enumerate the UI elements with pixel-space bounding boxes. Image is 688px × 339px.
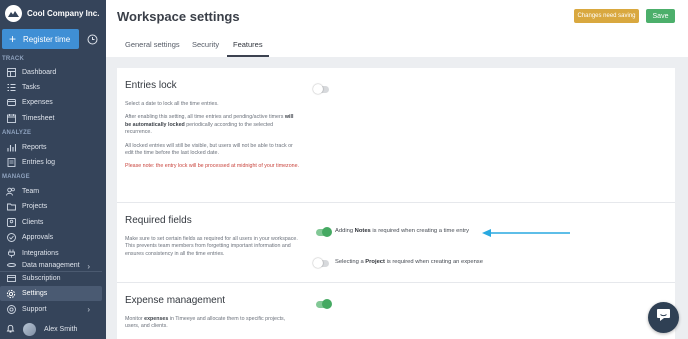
sidebar-item-label: Support: [22, 306, 47, 313]
sidebar-item-label: Projects: [22, 203, 48, 210]
bell-icon[interactable]: [6, 324, 15, 335]
sidebar-item-label: Expenses: [22, 99, 53, 106]
sidebar-item-label: Settings: [22, 290, 48, 297]
sidebar-item-projects[interactable]: Projects: [0, 199, 102, 214]
tab-general-settings[interactable]: General settings: [125, 40, 180, 57]
reports-icon: [6, 143, 16, 153]
data-management-icon: [6, 262, 16, 270]
clock-icon[interactable]: [82, 29, 102, 49]
dashboard-icon: [6, 68, 16, 78]
project-required-label: Selecting a Project is required when cre…: [335, 259, 483, 265]
section-title: Expense management: [125, 295, 226, 306]
entries-lock-section: Entries lock Select a date to lock all t…: [117, 68, 675, 203]
sidebar-item-label: Team: [22, 188, 40, 195]
subscription-icon: [6, 274, 16, 284]
plus-icon: +: [9, 32, 17, 46]
expense-management-section: Expense management Monitor expenses in T…: [117, 283, 675, 339]
sidebar-item-support[interactable]: Support ›: [0, 302, 102, 317]
sidebar-item-dashboard[interactable]: Dashboard: [0, 65, 102, 80]
tab-security[interactable]: Security: [192, 40, 219, 57]
page-title: Workspace settings: [117, 9, 240, 24]
sidebar-item-data-management[interactable]: Data management ›: [0, 262, 102, 270]
sidebar-item-integrations[interactable]: Integrations: [0, 246, 102, 261]
workspace-switcher[interactable]: Cool Company Inc.: [0, 0, 106, 26]
chat-support-button[interactable]: [648, 302, 679, 333]
avatar: [23, 323, 36, 336]
section-description: Monitor expenses in Timeeye and allocate…: [125, 316, 286, 330]
expense-management-toggle[interactable]: [316, 299, 332, 309]
section-label-track: TRACK: [2, 56, 24, 62]
sidebar-item-label: Entries log: [22, 159, 56, 166]
chat-icon: [656, 308, 671, 327]
sidebar-item-label: Approvals: [22, 234, 54, 241]
projects-icon: [6, 202, 16, 212]
expenses-icon: [6, 98, 16, 108]
sidebar-item-label: Data management: [22, 262, 80, 269]
settings-icon: [6, 289, 16, 299]
section-title: Entries lock: [125, 80, 177, 91]
sidebar-item-timesheet[interactable]: Timesheet: [0, 111, 102, 126]
sidebar-item-reports[interactable]: Reports: [0, 140, 102, 155]
user-name: Alex Smith: [44, 326, 78, 333]
section-label-manage: MANAGE: [2, 174, 30, 180]
sidebar-item-label: Dashboard: [22, 69, 57, 76]
sidebar-item-entries-log[interactable]: Entries log: [0, 155, 102, 170]
section-description: Make sure to set certain fields as requi…: [125, 236, 298, 257]
annotation-arrow: [482, 229, 570, 237]
chevron-right-icon: ›: [87, 305, 90, 314]
section-description: Select a date to lock all the time entri…: [125, 101, 300, 170]
unsaved-changes-badge: Changes need saving: [574, 9, 639, 23]
sidebar-item-label: Timesheet: [22, 115, 55, 122]
register-time-button[interactable]: + Register time: [2, 29, 79, 49]
sidebar-item-label: Subscription: [22, 275, 61, 282]
user-menu[interactable]: Alex Smith: [0, 320, 106, 339]
sidebar-item-approvals[interactable]: Approvals: [0, 230, 102, 245]
integrations-icon: [6, 249, 16, 259]
sidebar-item-settings[interactable]: Settings: [0, 286, 102, 301]
support-icon: [6, 305, 16, 315]
entries-log-icon: [6, 158, 16, 168]
team-icon: [6, 187, 16, 197]
sidebar-item-label: Reports: [22, 144, 47, 151]
section-title: Required fields: [125, 215, 192, 226]
tasks-icon: [6, 83, 16, 93]
chevron-right-icon: ›: [87, 262, 90, 270]
sidebar-item-label: Clients: [22, 219, 44, 226]
sidebar-item-expenses[interactable]: Expenses: [0, 95, 102, 110]
sidebar-item-subscription[interactable]: Subscription: [0, 271, 102, 285]
settings-tabs: General settings Security Features: [106, 34, 688, 57]
clients-icon: [6, 218, 16, 228]
sidebar-item-label: Integrations: [22, 250, 59, 257]
cloud-logo-icon: [5, 4, 22, 22]
sidebar-item-tasks[interactable]: Tasks: [0, 80, 102, 95]
approvals-icon: [6, 233, 16, 243]
workspace-name: Cool Company Inc.: [27, 8, 100, 18]
entries-lock-toggle[interactable]: [313, 84, 329, 94]
sidebar-item-team[interactable]: Team: [0, 184, 102, 199]
register-time-label: Register time: [23, 34, 71, 44]
tab-features[interactable]: Features: [227, 40, 269, 57]
notes-required-toggle[interactable]: [316, 227, 332, 237]
project-required-toggle[interactable]: [313, 258, 329, 268]
required-fields-section: Required fields Make sure to set certain…: [117, 203, 675, 283]
page-header: Workspace settings Changes need saving S…: [106, 0, 688, 34]
sidebar-item-label: Tasks: [22, 84, 40, 91]
sidebar-item-clients[interactable]: Clients: [0, 215, 102, 230]
features-panel: Entries lock Select a date to lock all t…: [117, 68, 675, 339]
notes-required-label: Adding Notes is required when creating a…: [335, 228, 470, 234]
sidebar: Cool Company Inc. + Register time TRACK …: [0, 0, 106, 339]
timesheet-icon: [6, 114, 16, 124]
save-button[interactable]: Save: [646, 9, 675, 23]
warning-note: Please note: the entry lock will be proc…: [125, 163, 300, 170]
section-label-analyze: ANALYZE: [2, 130, 32, 136]
